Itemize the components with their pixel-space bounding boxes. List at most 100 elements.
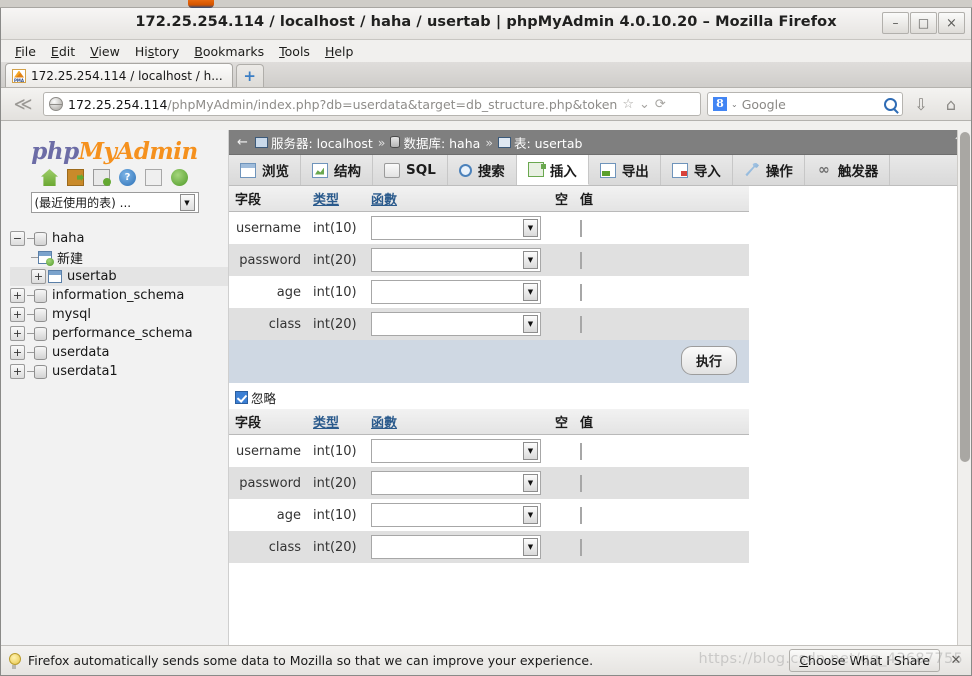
minimize-button[interactable]: – — [882, 12, 909, 34]
maximize-button[interactable]: □ — [910, 12, 937, 34]
tree-toggle-icon[interactable]: + — [31, 269, 46, 284]
breadcrumb-database[interactable]: 数据库: haha — [390, 133, 480, 152]
home-icon[interactable] — [41, 169, 58, 186]
recent-tables-select[interactable]: (最近使用的表) ... ▼ — [30, 192, 199, 213]
reload-icon[interactable]: ⟳ — [655, 97, 666, 112]
breadcrumb-back-icon[interactable]: ← — [235, 135, 250, 150]
chevron-down-icon[interactable]: ▼ — [523, 315, 538, 333]
menu-help[interactable]: Help — [318, 42, 361, 61]
tab-import[interactable]: 导入 — [661, 155, 733, 185]
scrollbar-thumb[interactable] — [960, 132, 970, 462]
value-input[interactable] — [580, 219, 583, 237]
tree-item-userdata1[interactable]: + userdata1 — [10, 362, 228, 381]
function-select[interactable]: ▼ — [371, 503, 541, 527]
function-select[interactable]: ▼ — [371, 216, 541, 240]
breadcrumb-table[interactable]: 表: usertab — [497, 133, 582, 152]
tree-item-performance-schema[interactable]: + performance_schema — [10, 324, 228, 343]
tree-toggle-icon[interactable]: + — [10, 364, 25, 379]
tree-toggle-icon[interactable]: + — [10, 307, 25, 322]
copy-icon[interactable] — [145, 169, 162, 186]
value-cell — [574, 244, 749, 276]
function-select[interactable]: ▼ — [371, 248, 541, 272]
value-input[interactable] — [580, 538, 583, 556]
menu-bookmarks[interactable]: Bookmarks — [187, 42, 271, 61]
close-icon[interactable]: ✕ — [947, 653, 965, 668]
tab-sql[interactable]: SQL — [373, 155, 448, 185]
exit-icon[interactable] — [67, 169, 84, 186]
value-input[interactable] — [580, 315, 583, 333]
value-input[interactable] — [580, 474, 583, 492]
phpmyadmin-logo[interactable]: phpMyAdmin — [1, 130, 228, 165]
menu-file[interactable]: File — [8, 42, 43, 61]
tree-toggle-icon[interactable]: − — [10, 231, 25, 246]
chevron-down-icon[interactable]: ▼ — [179, 194, 195, 211]
tab-label: 结构 — [334, 164, 361, 180]
function-select[interactable]: ▼ — [371, 312, 541, 336]
tab-insert[interactable]: 插入 — [516, 155, 589, 185]
tab-label: 插入 — [549, 163, 577, 180]
url-bar[interactable]: 172.25.254.114/phpMyAdmin/index.php?db=u… — [43, 92, 701, 116]
tree-item-information-schema[interactable]: + information_schema — [10, 286, 228, 305]
tab-structure[interactable]: 结构 — [301, 155, 373, 185]
tab-operations[interactable]: 操作 — [733, 155, 805, 185]
tab-export[interactable]: 导出 — [589, 155, 661, 185]
help-icon[interactable] — [119, 169, 136, 186]
header-function[interactable]: 函數 — [365, 409, 549, 435]
function-select[interactable]: ▼ — [371, 439, 541, 463]
value-input[interactable] — [580, 283, 583, 301]
search-input[interactable]: Google — [742, 97, 880, 112]
function-select[interactable]: ▼ — [371, 535, 541, 559]
tree-toggle-icon[interactable]: + — [10, 326, 25, 341]
function-select[interactable]: ▼ — [371, 280, 541, 304]
ignore-row[interactable]: 忽略 — [229, 383, 971, 409]
breadcrumb-server[interactable]: 服务器: localhost — [255, 133, 373, 152]
search-bar[interactable]: 8 ⌄ Google — [707, 92, 903, 116]
tree-item-haha[interactable]: − haha — [10, 229, 228, 248]
close-button[interactable]: × — [938, 12, 965, 34]
bookmark-star-icon[interactable]: ☆ — [622, 97, 634, 112]
value-input[interactable] — [580, 251, 583, 269]
execute-button[interactable]: 执行 — [680, 346, 737, 375]
reload-icon[interactable] — [171, 169, 188, 186]
header-type[interactable]: 类型 — [307, 186, 365, 212]
new-tab-button[interactable]: + — [235, 64, 264, 87]
value-input[interactable] — [580, 506, 583, 524]
header-type[interactable]: 类型 — [307, 409, 365, 435]
firefox-taskbar-icon[interactable] — [188, 0, 214, 8]
chevron-down-icon[interactable]: ⌄ — [731, 100, 738, 109]
chevron-down-icon[interactable]: ▼ — [523, 474, 538, 492]
menu-history[interactable]: History — [128, 42, 186, 61]
chevron-down-icon[interactable]: ▼ — [523, 538, 538, 556]
menu-tools[interactable]: Tools — [272, 42, 317, 61]
chevron-down-icon[interactable]: ▼ — [523, 283, 538, 301]
choose-what-i-share-button[interactable]: Choose What I Share — [789, 649, 940, 672]
tab-triggers[interactable]: 触发器 — [805, 155, 891, 185]
tree-toggle-icon[interactable]: + — [10, 288, 25, 303]
search-icon[interactable] — [884, 97, 897, 111]
tree-item-userdata[interactable]: + userdata — [10, 343, 228, 362]
page-scrollbar[interactable] — [957, 130, 971, 654]
tree-item-usertab[interactable]: + usertab — [10, 267, 228, 286]
header-function[interactable]: 函數 — [365, 186, 549, 212]
value-input[interactable] — [580, 442, 583, 460]
tab-browse[interactable]: 浏览 — [229, 155, 301, 185]
function-select[interactable]: ▼ — [371, 471, 541, 495]
browser-tab[interactable]: 172.25.254.114 / localhost / h... — [5, 63, 233, 87]
tree-item-new-table[interactable]: 新建 — [10, 248, 228, 267]
ignore-checkbox[interactable] — [235, 391, 248, 404]
menu-edit[interactable]: Edit — [44, 42, 82, 61]
table-row: username int(10) ▼ — [229, 434, 749, 467]
chevron-down-icon[interactable]: ▼ — [523, 219, 538, 237]
menu-view[interactable]: View — [83, 42, 127, 61]
tab-search[interactable]: 搜索 — [448, 155, 517, 185]
docs-icon[interactable] — [93, 169, 111, 186]
downloads-icon[interactable]: ⇩ — [909, 95, 933, 114]
chevron-down-icon[interactable]: ▼ — [523, 506, 538, 524]
chevron-down-icon[interactable]: ▼ — [523, 251, 538, 269]
back-forward-icon[interactable]: ≪ — [9, 92, 37, 116]
chevron-down-icon[interactable]: ▼ — [523, 442, 538, 460]
tree-toggle-icon[interactable]: + — [10, 345, 25, 360]
home-icon[interactable]: ⌂ — [939, 95, 963, 114]
tree-item-mysql[interactable]: + mysql — [10, 305, 228, 324]
chevron-down-icon[interactable]: ⌄ — [639, 97, 650, 112]
